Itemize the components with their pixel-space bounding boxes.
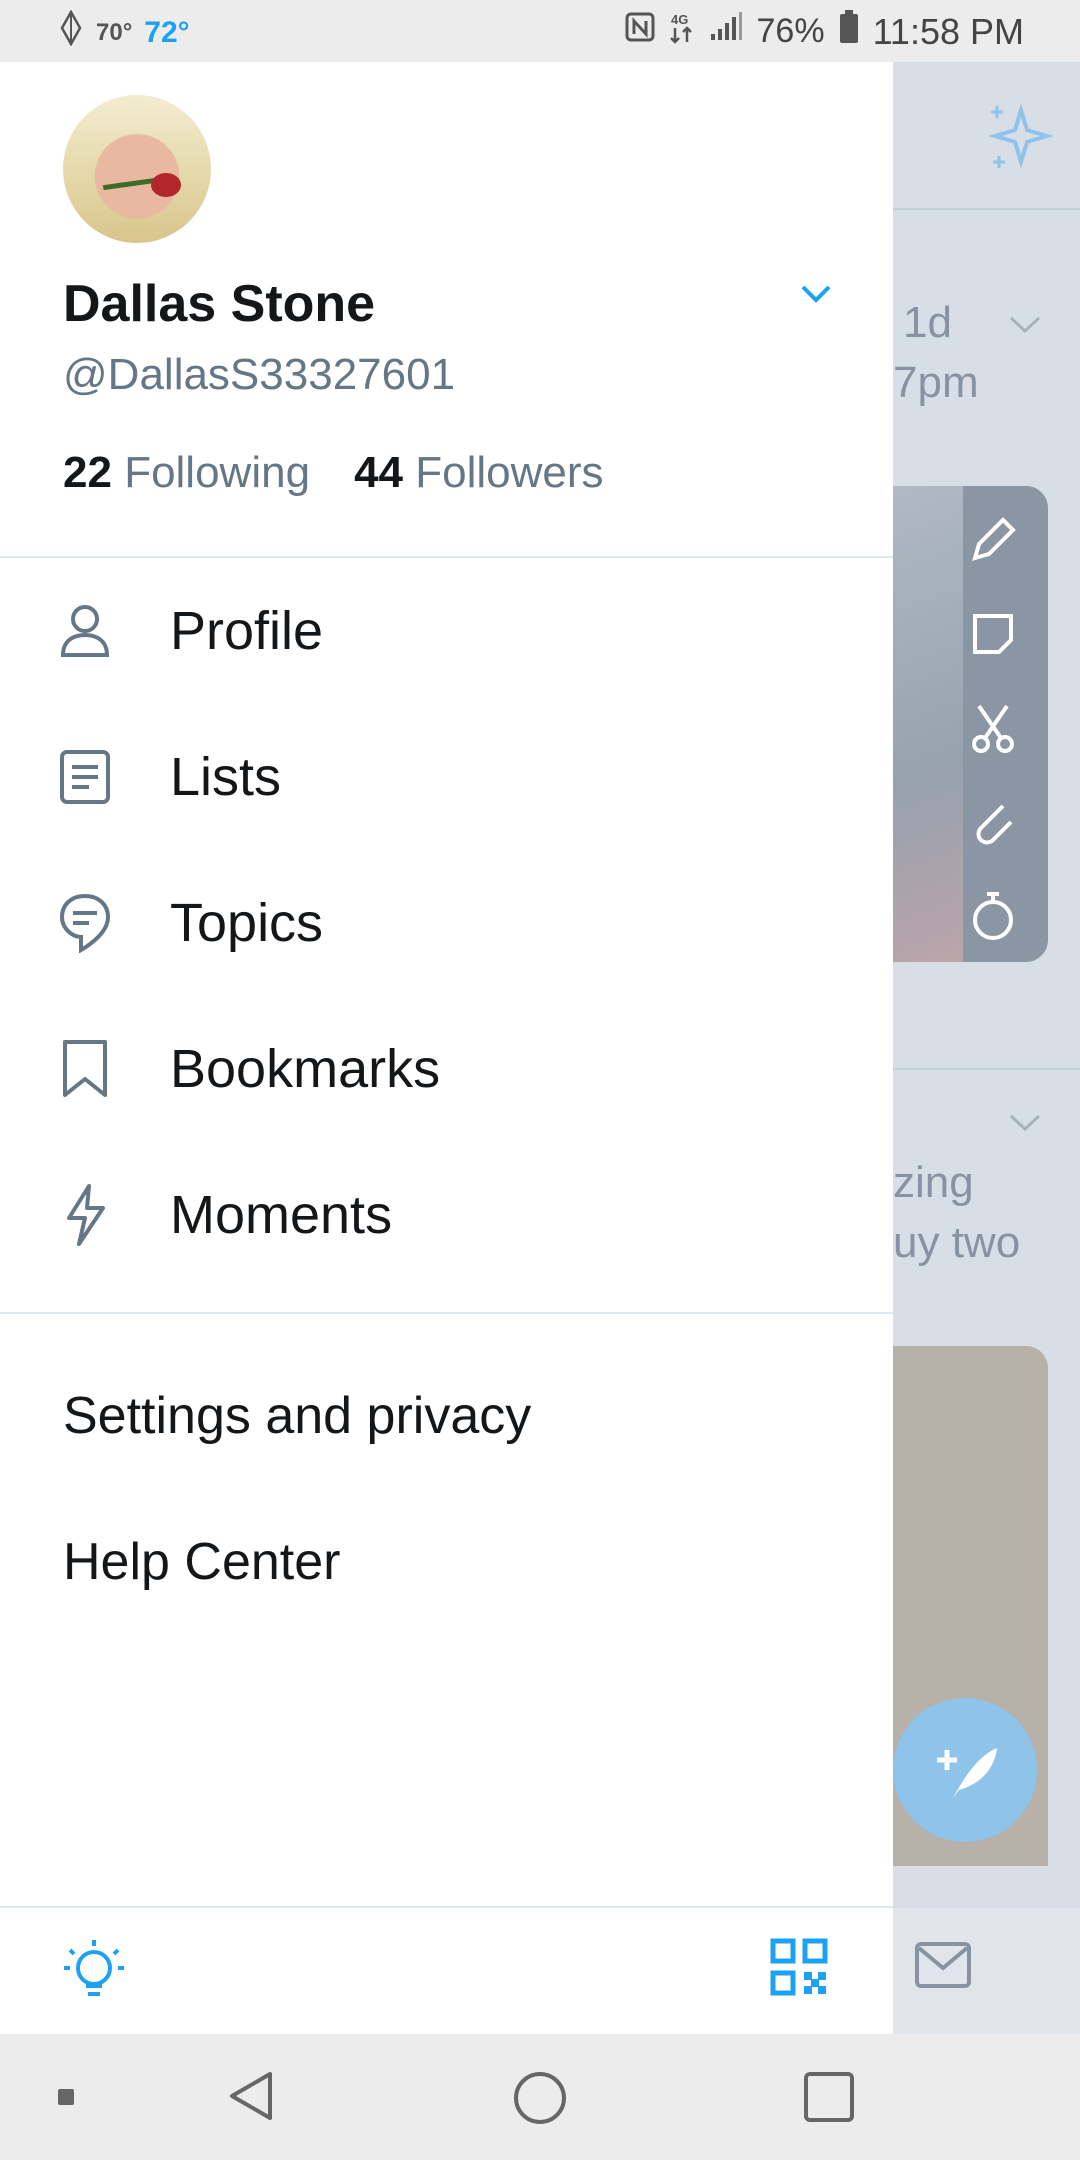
menu-item-label: Profile — [170, 601, 324, 661]
tweet-media-card — [893, 486, 1048, 962]
help-center-link[interactable]: Help Center — [63, 1532, 340, 1592]
menu-item-profile[interactable]: Profile — [0, 558, 893, 704]
battery-icon — [839, 10, 859, 53]
temperature-high: 72° — [144, 15, 190, 49]
tweet-text-line: uy two — [893, 1218, 1021, 1267]
background-timeline: 1d 7pm zing uy two — [893, 62, 1080, 2034]
avatar[interactable] — [63, 95, 211, 243]
settings-and-privacy-link[interactable]: Settings and privacy — [63, 1386, 531, 1446]
temperature-low: 70° — [96, 18, 133, 46]
menu-item-bookmarks[interactable]: Bookmarks — [0, 996, 893, 1142]
qr-code-icon[interactable] — [770, 1938, 828, 2001]
home-icon[interactable] — [514, 2072, 566, 2124]
battery-percent: 76% — [756, 12, 825, 50]
drawer-footer — [0, 1906, 893, 2036]
list-icon — [0, 749, 170, 805]
person-icon — [0, 603, 170, 659]
compose-tweet-button[interactable] — [893, 1698, 1037, 1842]
lightbulb-icon[interactable] — [60, 1936, 128, 2011]
menu-item-label: Lists — [170, 747, 282, 807]
followers-link[interactable]: 44 Followers — [354, 448, 603, 498]
menu-item-moments[interactable]: Moments — [0, 1142, 893, 1288]
followers-label: Followers — [415, 448, 604, 497]
divider — [893, 1068, 1080, 1070]
recent-apps-icon[interactable] — [804, 2072, 854, 2122]
timer-icon — [963, 886, 1048, 980]
menu-item-label: Moments — [170, 1185, 393, 1245]
svg-text:4G: 4G — [671, 12, 688, 27]
status-bar: 70° 72° 4G 76% 11:58 PM — [0, 0, 1080, 62]
navigation-drawer: Dallas Stone @DallasS33327601 22 Followi… — [0, 62, 893, 2034]
tweet-time: 1d — [903, 298, 952, 347]
followers-count: 44 — [354, 448, 404, 497]
sparkle-icon — [983, 102, 1054, 177]
paperclip-icon — [963, 792, 1048, 886]
app-notification-icon — [58, 9, 84, 55]
menu-item-lists[interactable]: Lists — [0, 704, 893, 850]
topics-icon — [0, 893, 170, 953]
bookmark-icon — [0, 1039, 170, 1099]
sticker-icon — [963, 604, 1048, 698]
nfc-icon — [625, 12, 655, 51]
following-count: 22 — [63, 448, 112, 497]
following-link[interactable]: 22 Following — [63, 448, 310, 498]
tweet-time-partial: 7pm — [893, 358, 979, 407]
bottom-tab-bar — [893, 1908, 1080, 2034]
mail-icon[interactable] — [915, 1942, 971, 1993]
data-4g-icon: 4G — [669, 10, 695, 53]
notification-dot-icon — [58, 2089, 74, 2105]
following-label: Following — [124, 448, 311, 497]
chevron-down-icon — [1009, 1114, 1041, 1137]
scissors-icon — [963, 698, 1048, 792]
menu-item-label: Topics — [170, 893, 324, 953]
chevron-down-icon — [1009, 316, 1041, 339]
profile-handle: @DallasS33327601 — [63, 350, 456, 399]
divider — [0, 1312, 893, 1314]
account-switcher-chevron-icon[interactable] — [800, 284, 832, 309]
lightning-icon — [0, 1184, 170, 1246]
menu-item-topics[interactable]: Topics — [0, 850, 893, 996]
system-navigation-bar — [0, 2034, 1080, 2160]
back-icon[interactable] — [228, 2070, 274, 2127]
signal-icon — [709, 12, 743, 51]
clock: 11:58 PM — [872, 10, 1024, 52]
menu-item-label: Bookmarks — [170, 1039, 441, 1099]
divider — [893, 208, 1080, 210]
profile-name: Dallas Stone — [63, 275, 376, 333]
pencil-icon — [963, 510, 1048, 604]
tweet-text-line: zing — [893, 1158, 974, 1207]
follow-stats: 22 Following 44 Followers — [63, 448, 604, 498]
